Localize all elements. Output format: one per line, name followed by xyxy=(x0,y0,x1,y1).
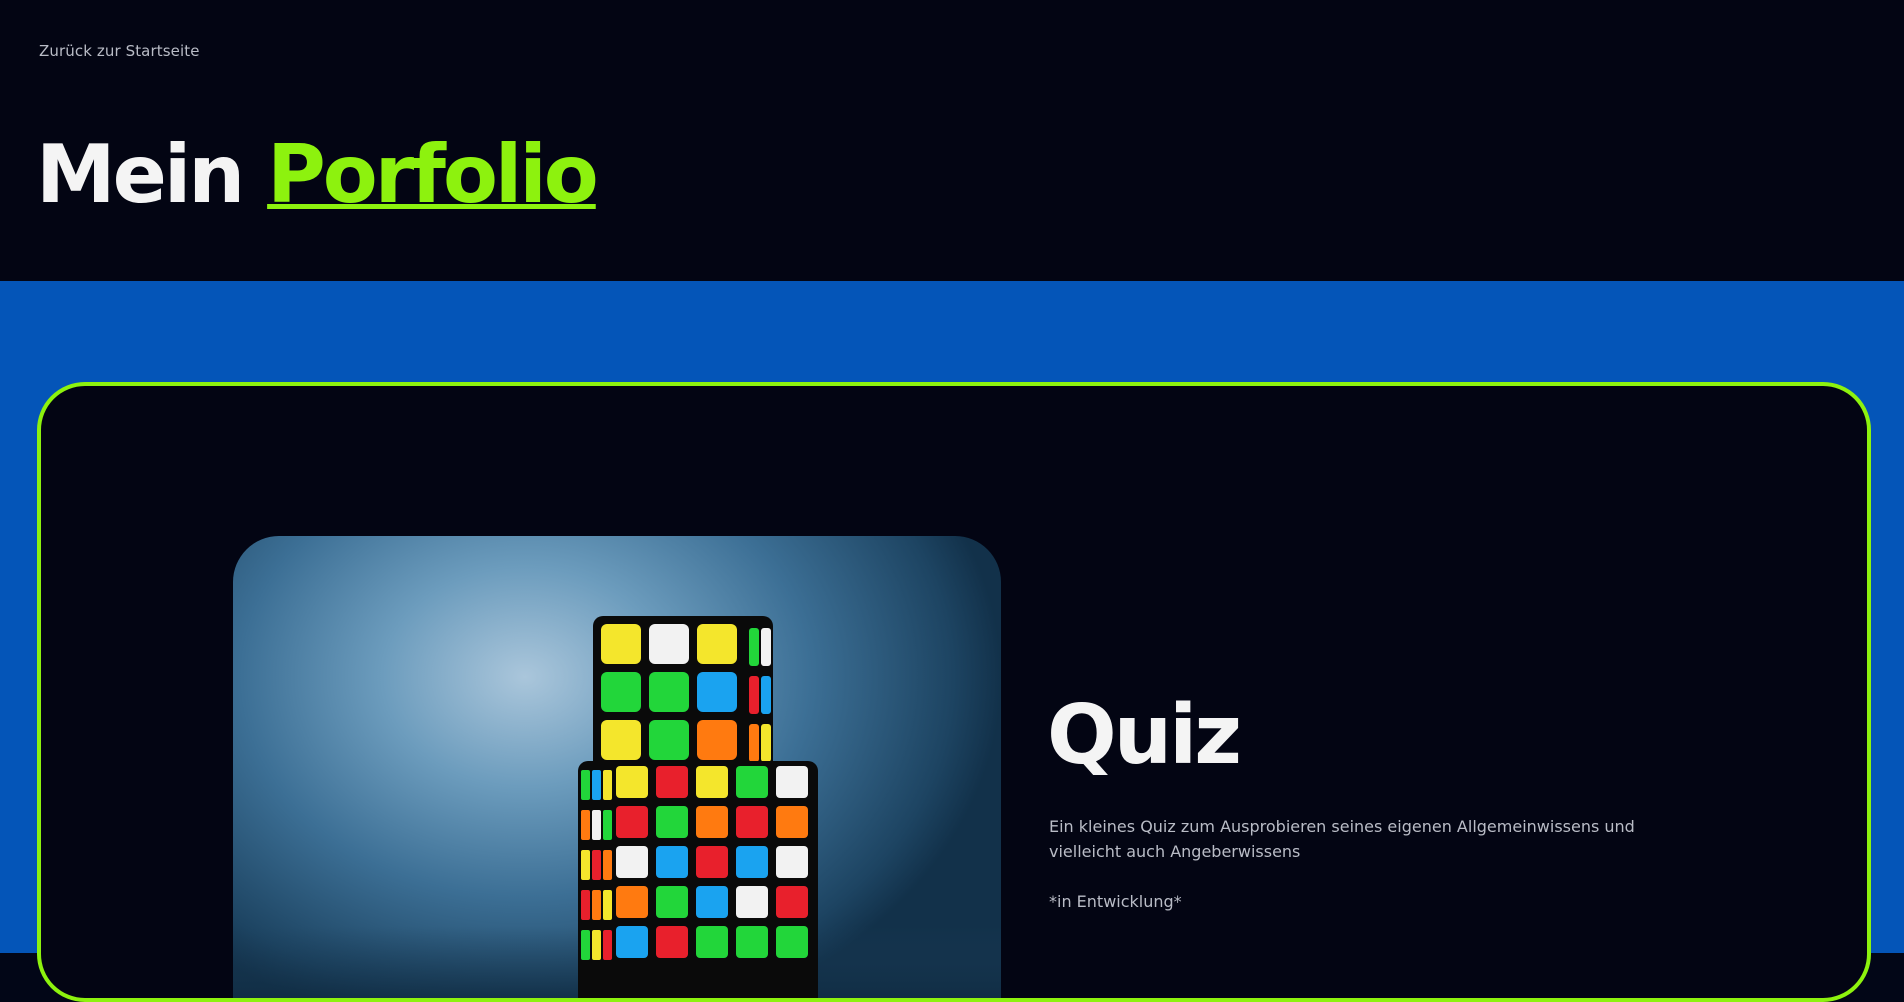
page-header: Zurück zur Startseite Mein Porfolio xyxy=(0,0,1904,281)
project-status-note: *in Entwicklung* xyxy=(1049,892,1182,911)
page-title-prefix: Mein xyxy=(36,128,245,221)
rubiks-cube-photo-icon xyxy=(233,616,1001,998)
project-description: Ein kleines Quiz zum Ausprobieren seines… xyxy=(1049,817,1635,861)
project-card: Quiz Ein kleines Quiz zum Ausprobieren s… xyxy=(37,382,1871,1002)
page-title: Mein Porfolio xyxy=(36,120,599,230)
back-to-home-link[interactable]: Zurück zur Startseite xyxy=(39,42,200,60)
rubiks-cube-image xyxy=(233,536,1001,998)
project-title: Quiz xyxy=(1047,688,1242,783)
page-title-accent: Porfolio xyxy=(267,128,599,221)
